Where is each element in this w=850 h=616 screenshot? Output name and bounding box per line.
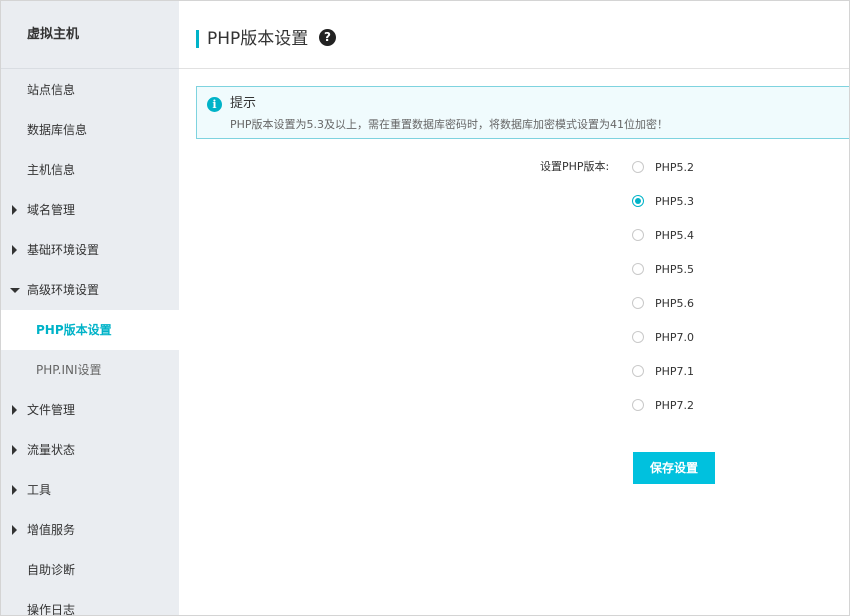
sidebar-item-operation-log[interactable]: 操作日志 (1, 590, 179, 616)
save-button[interactable]: 保存设置 (633, 452, 715, 484)
sidebar-item-host-info[interactable]: 主机信息 (1, 150, 179, 190)
radio-label: PHP5.2 (655, 161, 695, 174)
tip-box: i 提示 PHP版本设置为5.3及以上，需在重置数据库密码时，将数据库加密模式设… (196, 86, 849, 139)
sidebar-item-tools[interactable]: 工具 (1, 470, 179, 510)
sidebar-item-domain-management[interactable]: 域名管理 (1, 190, 179, 230)
title-accent-bar (196, 30, 199, 48)
radio-label: PHP5.4 (655, 229, 695, 242)
sidebar-item-label: 工具 (27, 483, 52, 497)
sidebar-item-basic-env[interactable]: 基础环境设置 (1, 230, 179, 270)
help-icon[interactable]: ? (319, 29, 336, 46)
caret-right-icon (10, 190, 20, 230)
radio-circle-checked[interactable] (632, 195, 644, 207)
sidebar-item-label: 站点信息 (27, 83, 76, 97)
sidebar-title: 虚拟主机 (1, 1, 179, 69)
sidebar-item-self-diagnosis[interactable]: 自助诊断 (1, 550, 179, 590)
radio-circle[interactable] (632, 331, 644, 343)
sidebar-item-traffic-status[interactable]: 流量状态 (1, 430, 179, 470)
radio-circle[interactable] (632, 263, 644, 275)
page-header: PHP版本设置 ? (179, 1, 849, 69)
sidebar-item-label: 操作日志 (27, 603, 76, 616)
sidebar: 虚拟主机 站点信息 数据库信息 主机信息 域名管理 基础环境设置 高级环境设置 … (1, 1, 179, 615)
sidebar-item-label: 流量状态 (27, 443, 76, 457)
radio-label: PHP5.6 (655, 297, 695, 310)
info-icon: i (207, 97, 222, 112)
radio-label: PHP7.0 (655, 331, 695, 344)
php-version-label: 设置PHP版本: (540, 160, 610, 173)
radio-circle[interactable] (632, 365, 644, 377)
caret-down-icon (10, 270, 20, 310)
caret-right-icon (10, 230, 20, 270)
sidebar-item-label: 文件管理 (27, 403, 76, 417)
radio-circle[interactable] (632, 161, 644, 173)
tip-title: 提示 (230, 96, 257, 111)
app-window: 虚拟主机 站点信息 数据库信息 主机信息 域名管理 基础环境设置 高级环境设置 … (0, 0, 850, 616)
sidebar-item-label: 自助诊断 (27, 563, 76, 577)
sidebar-item-label: 高级环境设置 (27, 283, 100, 297)
sidebar-subitem-php-ini[interactable]: PHP.INI设置 (1, 350, 179, 390)
radio-circle[interactable] (632, 399, 644, 411)
radio-label: PHP7.2 (655, 399, 695, 412)
sidebar-subitem-php-version[interactable]: PHP版本设置 (1, 310, 179, 350)
main-content: PHP版本设置 ? i 提示 PHP版本设置为5.3及以上，需在重置数据库密码时… (179, 1, 849, 615)
sidebar-item-value-added[interactable]: 增值服务 (1, 510, 179, 550)
sidebar-item-database-info[interactable]: 数据库信息 (1, 110, 179, 150)
radio-label: PHP5.5 (655, 263, 695, 276)
caret-right-icon (10, 470, 20, 510)
sidebar-item-label: 主机信息 (27, 163, 76, 177)
radio-circle[interactable] (632, 297, 644, 309)
sidebar-item-label: PHP.INI设置 (36, 363, 102, 377)
caret-right-icon (10, 390, 20, 430)
radio-circle[interactable] (632, 229, 644, 241)
sidebar-item-label: 域名管理 (27, 203, 76, 217)
sidebar-item-label: 基础环境设置 (27, 243, 100, 257)
sidebar-item-site-info[interactable]: 站点信息 (1, 70, 179, 110)
sidebar-item-label: 增值服务 (27, 523, 76, 537)
page-title: PHP版本设置 (207, 29, 309, 49)
tip-text: PHP版本设置为5.3及以上，需在重置数据库密码时，将数据库加密模式设置为41位… (230, 118, 669, 131)
sidebar-item-label: PHP版本设置 (36, 323, 112, 337)
sidebar-item-advanced-env[interactable]: 高级环境设置 (1, 270, 179, 310)
sidebar-item-label: 数据库信息 (27, 123, 88, 137)
caret-right-icon (10, 510, 20, 550)
radio-label: PHP7.1 (655, 365, 695, 378)
radio-label: PHP5.3 (655, 195, 695, 208)
caret-right-icon (10, 430, 20, 470)
sidebar-item-file-management[interactable]: 文件管理 (1, 390, 179, 430)
